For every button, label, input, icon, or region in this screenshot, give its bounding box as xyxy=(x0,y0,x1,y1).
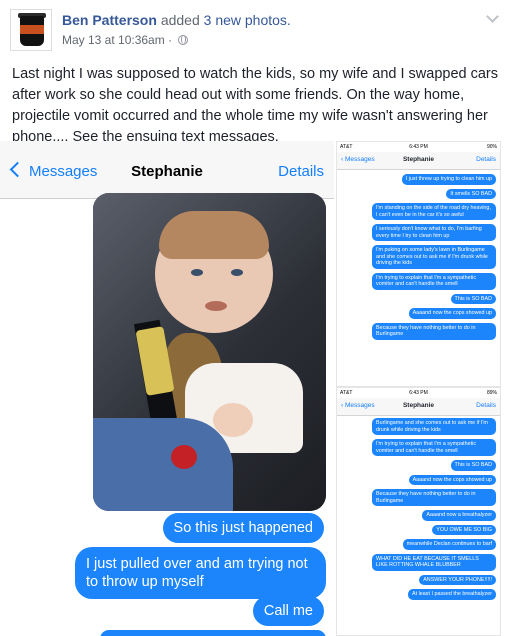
battery-level: 89% xyxy=(486,390,497,396)
status-bar: AT&T 6:43 PM 90% xyxy=(337,144,500,151)
message-bubble: I'm trying to explain that I'm a sympath… xyxy=(372,439,496,456)
photo-message[interactable] xyxy=(93,193,326,511)
seat-buckle xyxy=(171,445,197,469)
message-bubble: This is SO BAD xyxy=(450,293,496,304)
message-bubble: I just pulled over and am trying not to … xyxy=(75,547,326,599)
message-bubble: Because they have nothing better to do i… xyxy=(372,322,496,340)
photo-main[interactable]: Messages Stephanie Details So this just … xyxy=(0,141,336,636)
status-time: 6:43 PM xyxy=(409,390,428,396)
message-bubble: I'm standing on the side of the road dry… xyxy=(372,203,496,220)
photos-link[interactable]: 3 new photos. xyxy=(204,12,291,28)
message-bubble: This is SO BAD xyxy=(450,460,496,471)
message-bubble: Aaaand now the cops showed up xyxy=(408,474,496,485)
baby-hand xyxy=(213,403,253,437)
avatar[interactable] xyxy=(10,9,52,51)
message-bubble: I just threw up trying to clean him up xyxy=(401,174,496,185)
author-name[interactable]: Ben Patterson xyxy=(62,12,157,28)
message-bubble: ANSWER YOUR PHONE!!!!! xyxy=(419,574,496,585)
messages-navbar: ‹ Messages Stephanie Details xyxy=(337,152,500,170)
post-action: added xyxy=(160,12,200,28)
message-bubble: So this just happened xyxy=(162,513,324,543)
message-bubble: meanwhile Declan continues to barf xyxy=(402,539,496,550)
post-header: Ben Patterson added 3 new photos. May 13… xyxy=(0,0,509,60)
baby-eye-right xyxy=(231,269,243,276)
meta-separator: · xyxy=(168,33,173,47)
post-timestamp[interactable]: May 13 at 10:36am xyxy=(62,33,165,47)
message-bubble: It smells SO BAD xyxy=(446,188,496,199)
cup-band xyxy=(20,25,44,34)
message-bubble: At least I passed the breathalyzer xyxy=(407,589,496,600)
message-bubble: Call me xyxy=(252,596,324,626)
message-bubble: Burlingame and she comes out to ask me i… xyxy=(372,418,496,435)
photo-grid: Messages Stephanie Details So this just … xyxy=(0,141,509,636)
messages-navbar: Messages Stephanie Details xyxy=(0,149,334,199)
message-bubble: Aaaand now the cops showed up xyxy=(408,308,496,319)
message-bubble: YOU OWE ME SO BIG xyxy=(432,524,496,535)
battery-level: 90% xyxy=(486,144,497,150)
baby-legs xyxy=(93,418,233,511)
message-bubble: I seriously don't know what to do, I'm b… xyxy=(372,224,496,241)
messages-navbar: ‹ Messages Stephanie Details xyxy=(337,398,500,416)
details-button[interactable]: Details xyxy=(476,156,496,163)
message-bubble: WHAT DID HE EAT BECAUSE IT SMELLS LIKE R… xyxy=(372,553,496,571)
details-button[interactable]: Details xyxy=(476,402,496,409)
post-text: Last night I was supposed to watch the k… xyxy=(12,66,499,145)
baby-mouth xyxy=(205,301,227,311)
details-button[interactable]: Details xyxy=(278,163,324,180)
photo-thumbnail-1[interactable]: AT&T 6:43 PM 90% ‹ Messages Stephanie De… xyxy=(336,141,501,387)
message-list: I just threw up trying to clean him up I… xyxy=(372,174,496,340)
message-bubble: I'm puking on some lady's lawn in Burlin… xyxy=(372,245,496,269)
message-bubble: Because they have nothing better to do i… xyxy=(372,489,496,506)
message-bubble: Aaaand now a breathalyzer xyxy=(422,510,496,521)
photo-thumbnail-2[interactable]: AT&T 6:43 PM 89% ‹ Messages Stephanie De… xyxy=(336,387,501,636)
message-list: Burlingame and she comes out to ask me i… xyxy=(372,418,496,600)
globe-icon[interactable] xyxy=(178,35,189,45)
message-bubble: I'm trying to explain that I'm a sympath… xyxy=(372,272,496,290)
baby-eye-left xyxy=(191,269,203,276)
message-bubble-partial xyxy=(100,630,326,636)
chevron-down-icon[interactable] xyxy=(486,10,499,23)
author-line: Ben Patterson added 3 new photos. xyxy=(62,12,291,28)
status-time: 6:43 PM xyxy=(409,144,428,150)
post-meta: May 13 at 10:36am · xyxy=(62,33,189,47)
baby-hair xyxy=(159,211,269,259)
status-bar: AT&T 6:43 PM 89% xyxy=(337,390,500,397)
